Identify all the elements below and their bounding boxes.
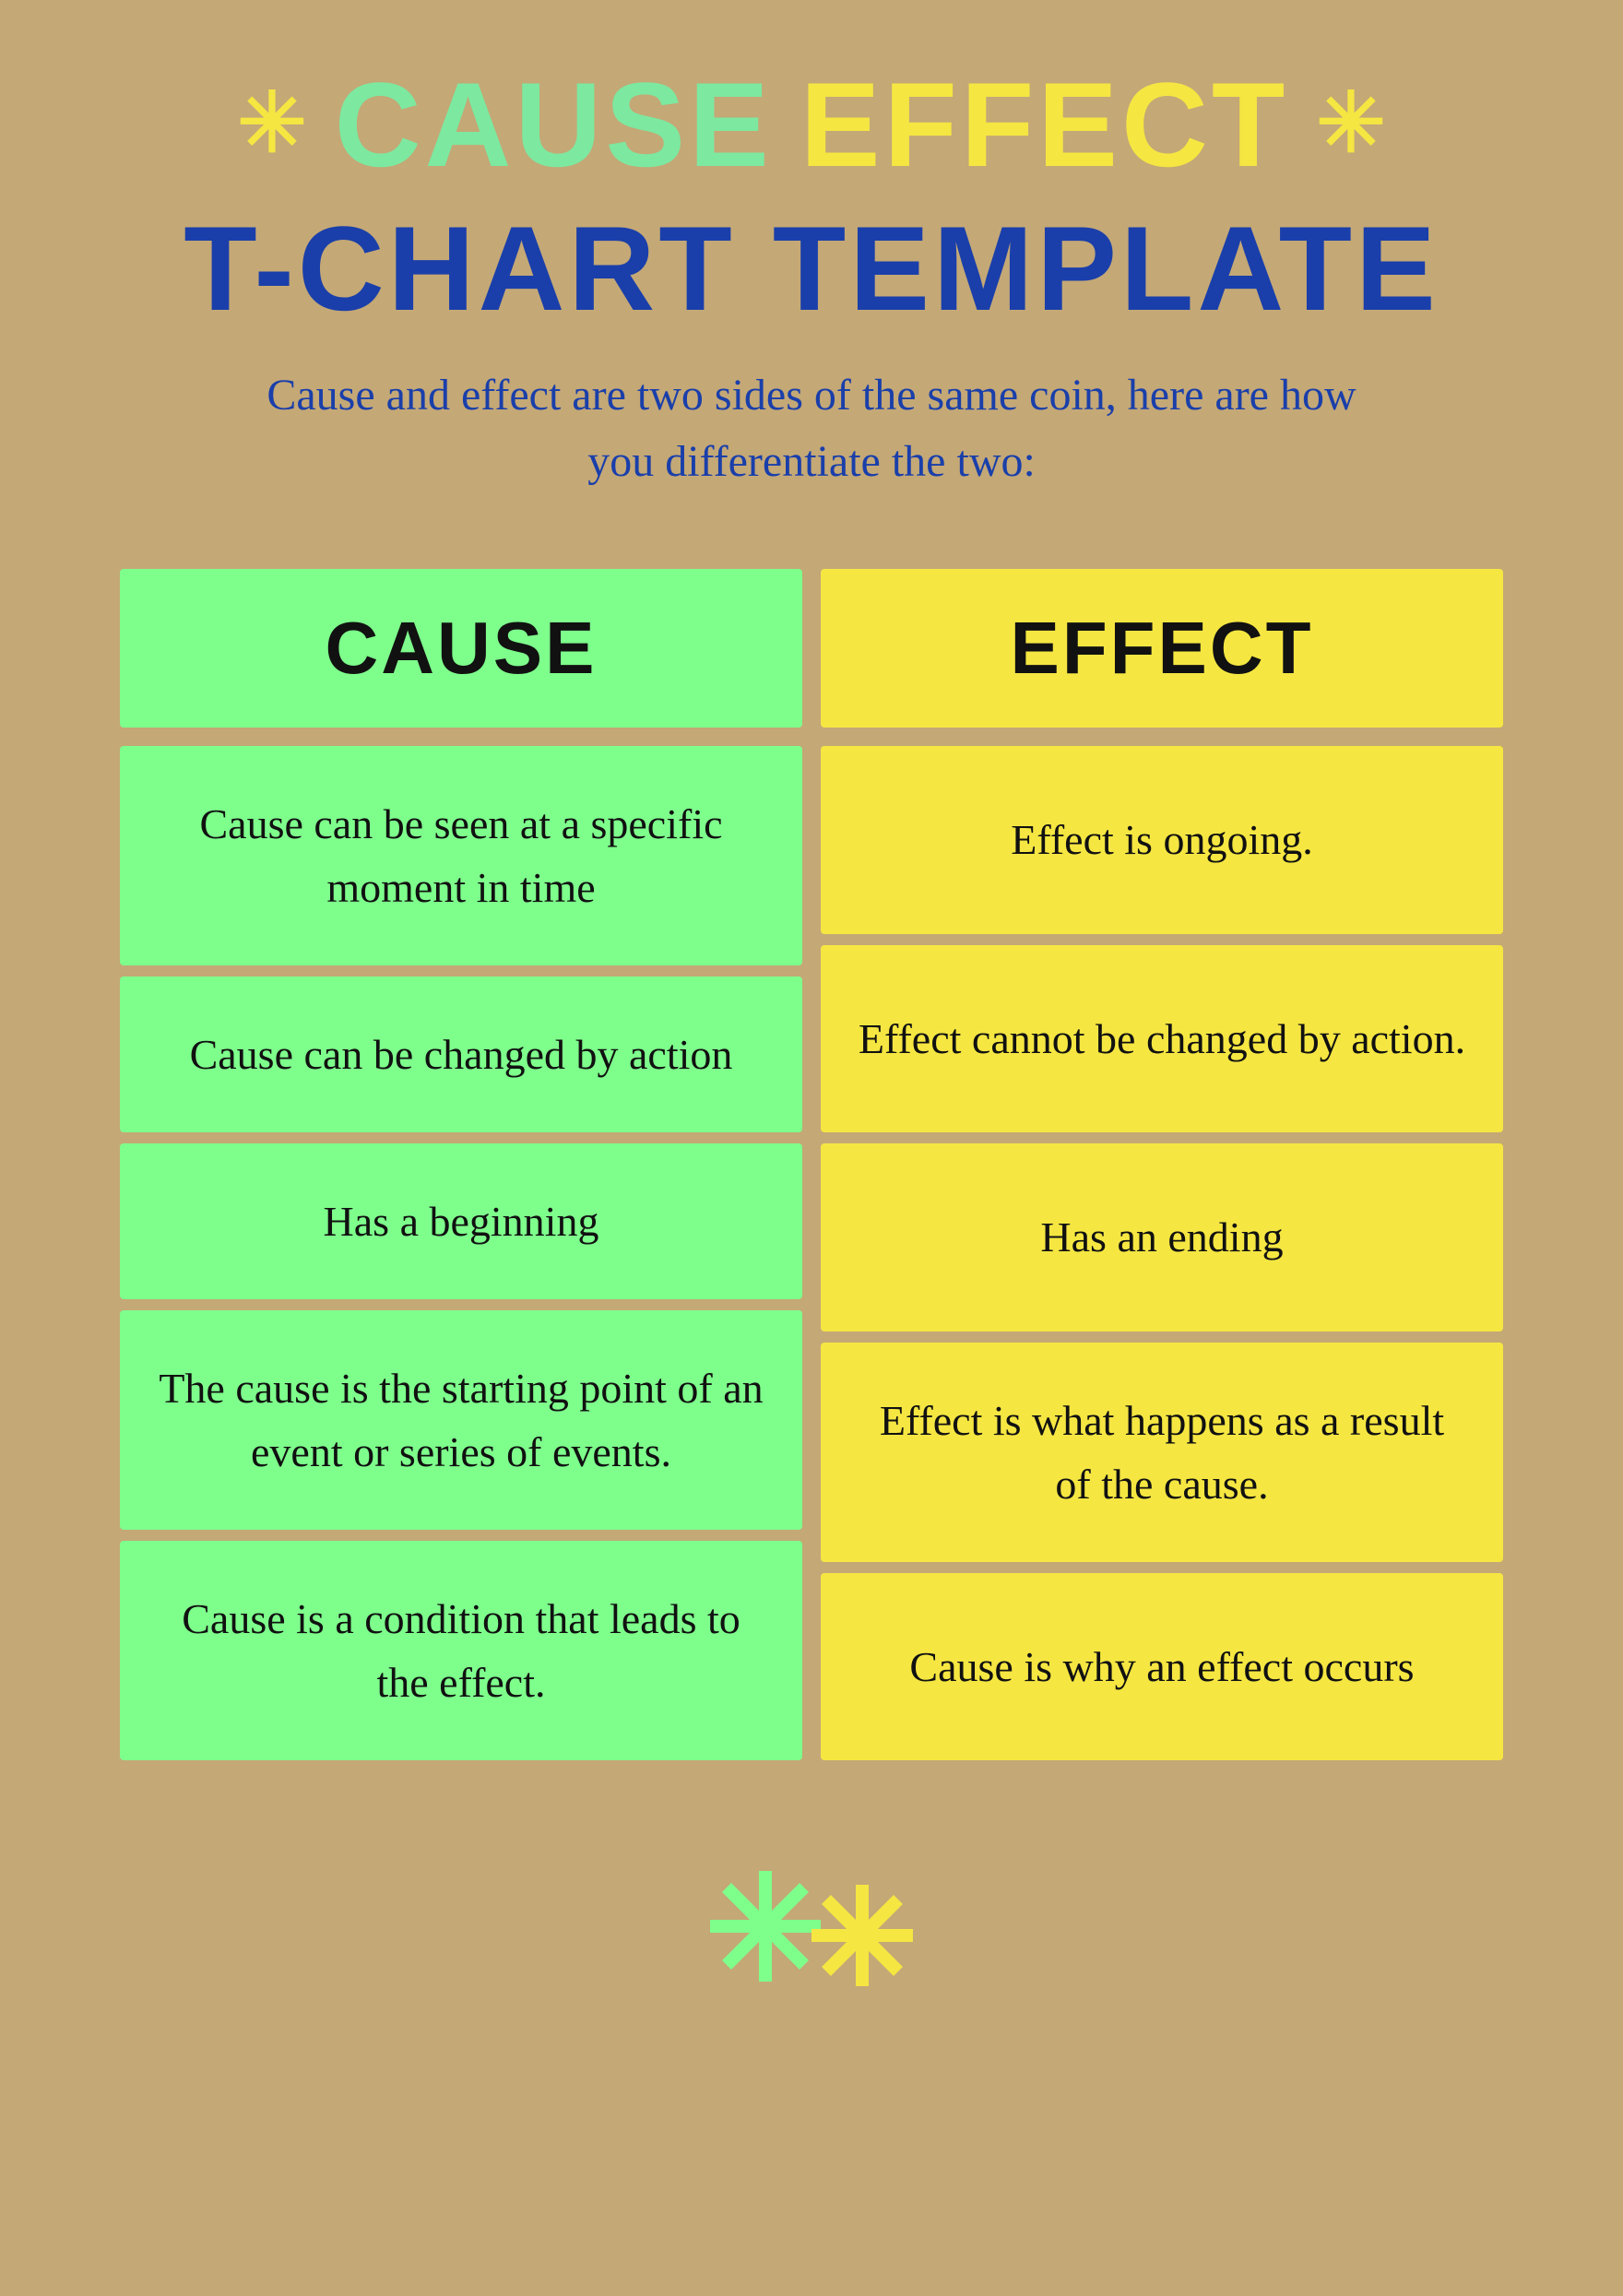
cause-row-3: Has a beginning bbox=[120, 1143, 802, 1299]
effect-row-4: Effect is what happens as a result of th… bbox=[821, 1343, 1503, 1562]
effect-row-5: Cause is why an effect occurs bbox=[821, 1573, 1503, 1761]
subtitle-text: Cause and effect are two sides of the sa… bbox=[258, 362, 1365, 495]
effect-column-header: EFFECT bbox=[821, 569, 1503, 728]
bottom-stars-decoration-icon bbox=[692, 1834, 931, 2018]
title-line1: ✳ CAUSE EFFECT ✳ bbox=[74, 55, 1549, 194]
effect-column: Effect is ongoing. Effect cannot be chan… bbox=[821, 746, 1503, 1760]
effect-text-5: Cause is why an effect occurs bbox=[909, 1635, 1414, 1698]
effect-text-1: Effect is ongoing. bbox=[1011, 808, 1312, 871]
effect-text-4: Effect is what happens as a result of th… bbox=[858, 1389, 1466, 1516]
cause-column: Cause can be seen at a specific moment i… bbox=[120, 746, 802, 1760]
cause-row-2: Cause can be changed by action bbox=[120, 976, 802, 1132]
cause-column-header: CAUSE bbox=[120, 569, 802, 728]
cause-text-2: Cause can be changed by action bbox=[190, 1023, 733, 1086]
cause-header-label: CAUSE bbox=[325, 607, 597, 689]
cause-text-4: The cause is the starting point of an ev… bbox=[157, 1356, 765, 1484]
effect-row-1: Effect is ongoing. bbox=[821, 746, 1503, 934]
title-effect: EFFECT bbox=[800, 55, 1289, 194]
tchart: CAUSE EFFECT Cause can be seen at a spec… bbox=[120, 569, 1503, 1760]
cause-row-1: Cause can be seen at a specific moment i… bbox=[120, 746, 802, 965]
cause-text-3: Has a beginning bbox=[324, 1189, 599, 1253]
tchart-header: CAUSE EFFECT bbox=[120, 569, 1503, 728]
effect-row-3: Has an ending bbox=[821, 1143, 1503, 1331]
star-right-yellow-icon: ✳ bbox=[1316, 83, 1385, 166]
cause-text-5: Cause is a condition that leads to the e… bbox=[157, 1587, 765, 1714]
cause-row-5: Cause is a condition that leads to the e… bbox=[120, 1541, 802, 1760]
effect-header-label: EFFECT bbox=[1010, 607, 1313, 689]
effect-text-2: Effect cannot be changed by action. bbox=[859, 1007, 1465, 1071]
effect-text-3: Has an ending bbox=[1040, 1205, 1283, 1269]
cause-row-4: The cause is the starting point of an ev… bbox=[120, 1310, 802, 1530]
bottom-decoration bbox=[692, 1834, 931, 2018]
cause-text-1: Cause can be seen at a specific moment i… bbox=[157, 792, 765, 919]
effect-row-2: Effect cannot be changed by action. bbox=[821, 945, 1503, 1133]
title-line2: T-CHART TEMPLATE bbox=[74, 203, 1549, 335]
tchart-body: Cause can be seen at a specific moment i… bbox=[120, 746, 1503, 1760]
star-left-yellow-icon: ✳ bbox=[237, 83, 306, 166]
header-section: ✳ CAUSE EFFECT ✳ T-CHART TEMPLATE Cause … bbox=[74, 55, 1549, 495]
title-cause: CAUSE bbox=[335, 55, 773, 194]
